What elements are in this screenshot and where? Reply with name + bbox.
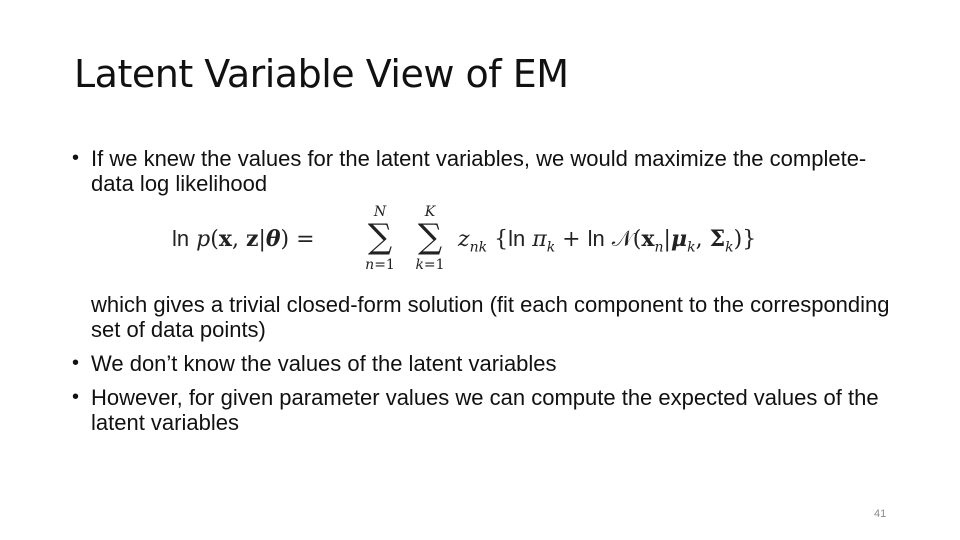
eq-z-nk: z (458, 227, 470, 252)
bullet-marker: • (72, 352, 80, 374)
bullet-marker: • (72, 147, 80, 169)
eq-x-n-sub: n (654, 239, 664, 256)
bullet-text: However, for given parameter values we c… (91, 385, 879, 435)
equation-summand: znk {ln πk + ln 𝒩(xn|μk, Σk)} (458, 226, 756, 260)
bullet-text: If we knew the values for the latent var… (91, 146, 867, 196)
slide: Latent Variable View of EM • If we knew … (0, 0, 960, 540)
sum-n-symbol: ∑ (367, 217, 393, 257)
sum-k-lower-rest: =1 (423, 257, 445, 273)
eq-p: p (196, 227, 211, 252)
likelihood-equation: ln p(x, z|θ) = N ∑ n=1 K ∑ k=1 znk {ln π… (172, 204, 902, 284)
eq-close-paren: ) (280, 227, 290, 252)
sum-over-n: N ∑ n=1 (358, 204, 402, 276)
eq-x: x (218, 226, 232, 252)
eq-equals: = (289, 227, 315, 252)
sum-n-lower: n=1 (358, 254, 402, 276)
sum-k-lower-var: k (415, 257, 424, 273)
bullet-continuation: which gives a trivial closed-form soluti… (91, 292, 890, 342)
bullet-item: • We don’t know the values of the latent… (72, 351, 902, 376)
eq-sigma-cap: Σ (709, 226, 726, 252)
page-number: 41 (874, 508, 887, 520)
eq-bar2: | (663, 227, 671, 252)
eq-brace-open: { (487, 227, 509, 252)
eq-pi-sub: k (546, 239, 556, 256)
eq-pi: π (532, 227, 547, 252)
bullet-item: • If we knew the values for the latent v… (72, 146, 902, 196)
eq-comma2: , (695, 227, 710, 252)
bullet-marker: • (72, 386, 80, 408)
eq-x-n: x (641, 226, 655, 252)
sum-n-lower-rest: =1 (374, 257, 395, 273)
bullet-item: • However, for given parameter values we… (72, 385, 902, 435)
bullet-text: We don’t know the values of the latent v… (91, 351, 557, 376)
bullet-list: • If we knew the values for the latent v… (72, 146, 902, 435)
eq-mu-sub: k (687, 239, 696, 256)
sum-over-k: K ∑ k=1 (408, 204, 452, 276)
eq-ln-pi: ln (508, 226, 526, 251)
eq-mu: μ (670, 226, 688, 252)
eq-ln: ln (172, 226, 190, 251)
eq-normal: 𝒩 (611, 227, 633, 252)
eq-z-nk-sub: nk (469, 239, 488, 256)
eq-bar: | (258, 227, 266, 252)
eq-open-paren: ( (210, 227, 219, 252)
eq-theta: θ (265, 226, 281, 252)
sum-n-lower-var: n (365, 257, 375, 273)
eq-comma: , (231, 227, 246, 252)
eq-ln-normal: ln (587, 226, 605, 251)
sum-k-lower: k=1 (408, 254, 452, 276)
eq-end: )} (733, 227, 757, 252)
eq-plus: + (555, 227, 588, 252)
eq-z: z (245, 226, 259, 252)
equation-lhs: ln p(x, z|θ) = (172, 226, 315, 252)
eq-sigma-sub: k (725, 239, 734, 256)
sum-k-symbol: ∑ (417, 217, 443, 257)
slide-title: Latent Variable View of EM (74, 52, 569, 96)
